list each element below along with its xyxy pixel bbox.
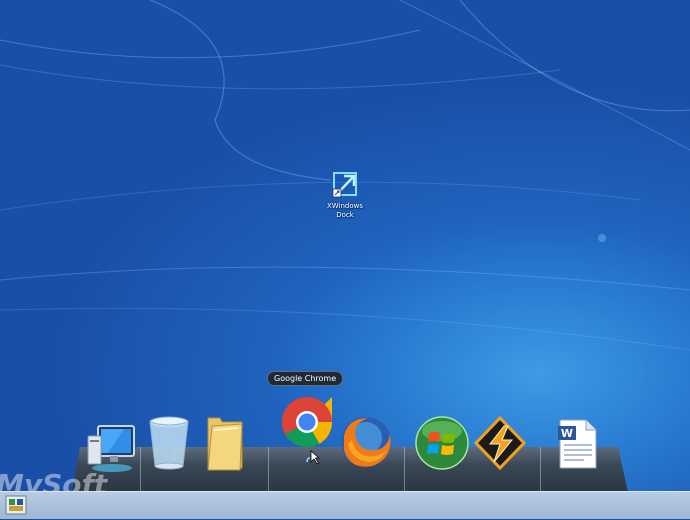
dock-divider [540,447,541,491]
dock-item-word-document[interactable]: W [554,418,600,470]
windows-logo-icon [415,416,469,470]
taskbar [0,491,690,519]
folder-icon [207,417,243,471]
dock-item-recycle-bin[interactable] [146,414,192,472]
xwindows-dock-shortcut[interactable]: XWindows Dock [318,170,372,220]
dock-tray-icon[interactable] [4,494,28,516]
word-document-icon: W [558,419,597,469]
svg-text:W: W [561,427,573,440]
shortcut-label: XWindows Dock [326,202,364,219]
dock-divider [268,447,269,491]
firefox-icon [341,417,391,467]
chrome-icon [282,397,332,447]
recycle-bin-icon [149,416,189,470]
dock-tooltip: Google Chrome [267,371,344,386]
dock-item-google-chrome[interactable] [280,395,334,449]
computer-monitor-icon [87,425,135,472]
dock-divider [404,447,405,491]
mouse-pointer-icon [306,450,321,470]
dock-item-winamp[interactable] [474,416,526,470]
dock-item-folder[interactable] [204,414,246,472]
xwindows-dock-shortcut-icon [332,172,357,198]
dock-divider [140,447,141,491]
dock-item-windows[interactable] [414,415,470,471]
dock-item-computer[interactable] [84,422,140,474]
winamp-icon [474,416,526,470]
dock-item-firefox[interactable] [338,414,394,470]
